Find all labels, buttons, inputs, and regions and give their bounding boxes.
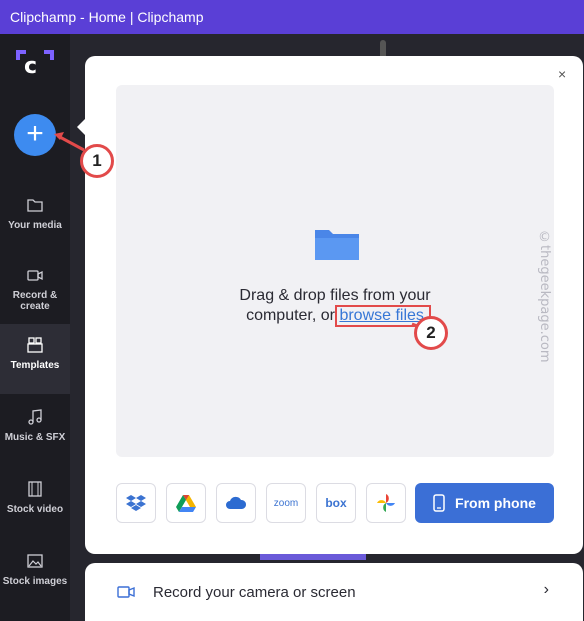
image-icon <box>27 554 43 568</box>
close-icon[interactable]: × <box>558 66 566 82</box>
sidebar-item-stock-images[interactable]: Stock images <box>0 540 70 610</box>
music-icon <box>28 409 42 425</box>
sidebar-item-label: Stock video <box>6 504 64 515</box>
templates-icon <box>27 337 43 353</box>
drop-zone[interactable] <box>116 85 554 457</box>
sidebar-item-label: Templates <box>10 360 60 371</box>
window-title: Clipchamp - Home | Clipchamp <box>10 9 204 25</box>
google-photos-icon <box>377 494 395 512</box>
box-label: box <box>325 496 347 510</box>
sidebar-item-your-media[interactable]: Your media <box>0 184 70 254</box>
chevron-right-icon[interactable]: › <box>544 581 549 599</box>
folder-icon <box>27 199 43 212</box>
callout-marker-2: 2 <box>414 316 448 350</box>
box-button[interactable]: box <box>316 483 356 523</box>
from-phone-button[interactable]: From phone <box>415 483 554 523</box>
record-camera-screen-bar[interactable]: Record your camera or screen › <box>85 563 583 621</box>
video-camera-icon <box>117 586 135 598</box>
google-photos-button[interactable] <box>366 483 406 523</box>
sidebar-item-label: Record & create <box>12 290 58 312</box>
callout-marker-1: 1 <box>80 144 114 178</box>
onedrive-button[interactable] <box>216 483 256 523</box>
sidebar-item-stock-video[interactable]: Stock video <box>0 468 70 538</box>
watermark: ©thegeekpage.com <box>537 230 552 363</box>
window-titlebar: Clipchamp - Home | Clipchamp <box>0 0 584 34</box>
phone-icon <box>433 494 445 512</box>
film-icon <box>28 481 42 497</box>
folder-icon <box>315 230 359 260</box>
clipchamp-logo: c <box>16 50 54 88</box>
zoom-button[interactable]: zoom <box>266 483 306 523</box>
sidebar-item-templates[interactable]: Templates <box>0 324 70 394</box>
sidebar-item-label: Music & SFX <box>4 432 66 443</box>
from-phone-label: From phone <box>455 495 536 511</box>
google-drive-icon <box>176 495 196 512</box>
sidebar-item-record-create[interactable]: Record & create <box>0 254 70 324</box>
create-new-button[interactable]: + <box>14 114 56 156</box>
sidebar-item-label: Stock images <box>2 576 68 587</box>
sidebar-item-music-sfx[interactable]: Music & SFX <box>0 396 70 466</box>
record-bar-label: Record your camera or screen <box>153 583 356 601</box>
dropbox-button[interactable] <box>116 483 156 523</box>
onedrive-icon <box>226 496 247 509</box>
sidebar: c + Your media Record & create Templates… <box>0 34 70 621</box>
sidebar-item-label: Your media <box>8 220 62 231</box>
callout-arrow-1 <box>54 132 85 152</box>
dropbox-icon <box>126 495 146 511</box>
google-drive-button[interactable] <box>166 483 206 523</box>
camera-icon <box>27 270 43 281</box>
zoom-label: zoom <box>273 497 299 509</box>
